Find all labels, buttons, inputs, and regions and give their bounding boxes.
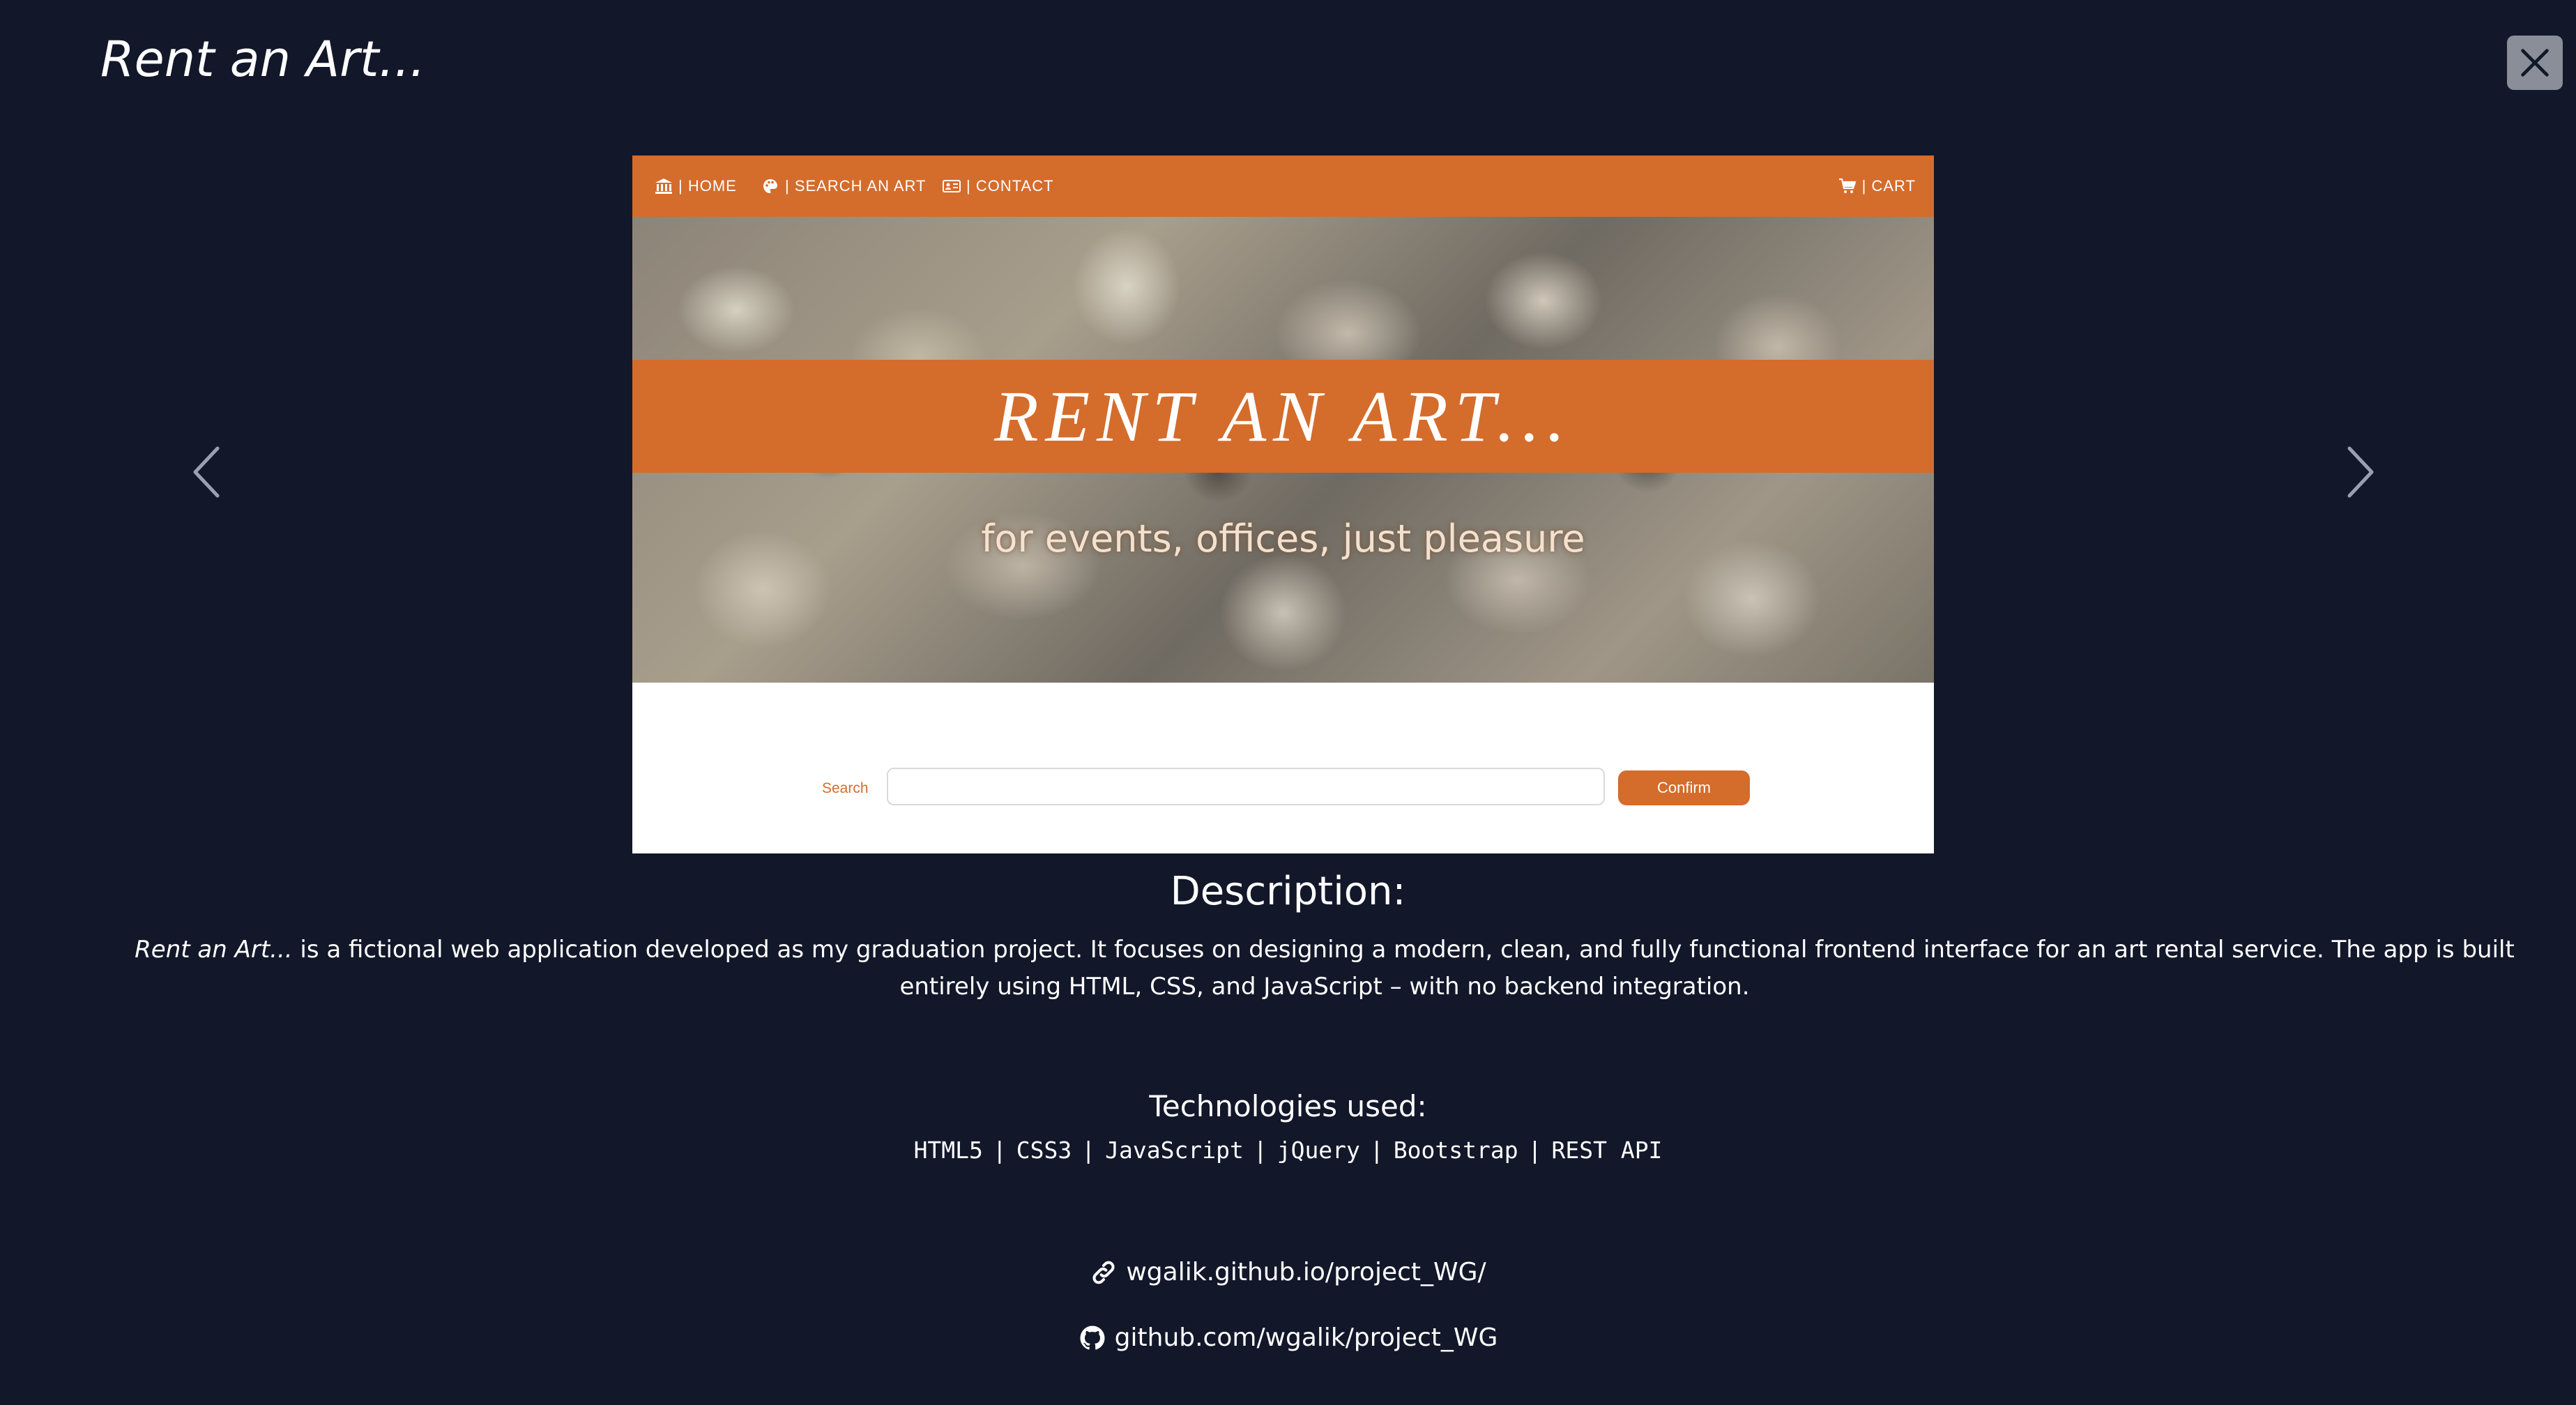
preview-nav-cart: | CART — [1838, 155, 1916, 217]
technologies-list: HTML5 | CSS3 | JavaScript | jQuery | Bootstrap | R… — [0, 1137, 2576, 1164]
tech-item: CSS3 — [1016, 1137, 1072, 1164]
preview-nav-contact: | CONTACT — [943, 155, 1054, 217]
technologies-heading: Technologies used: — [1149, 1089, 1427, 1123]
tech-item: REST API — [1551, 1137, 1663, 1164]
description-project-name: Rent an Art... — [135, 936, 293, 964]
close-icon — [2521, 49, 2549, 77]
repository-row: github.com/wgalik/project_WG — [0, 1323, 2576, 1352]
preview-nav-cart-label: | CART — [1861, 177, 1916, 195]
preview-search-input — [887, 768, 1605, 805]
modal-title: Rent an Art... — [100, 31, 426, 88]
description-body: is a fictional web application developed… — [292, 936, 2515, 1001]
preview-nav-search: | SEARCH AN ART — [761, 155, 926, 217]
live-demo-link[interactable]: wgalik.github.io/project_WG/ — [1126, 1258, 1486, 1286]
preview-confirm-button: Confirm — [1618, 770, 1750, 805]
project-screenshot: | HOME | SEARCH AN ART | CONTACT | CART … — [632, 155, 1934, 853]
preview-hero-title: RENT AN ART... — [994, 376, 1572, 457]
close-button[interactable] — [2507, 36, 2563, 90]
tech-item: HTML5 — [913, 1137, 983, 1164]
live-demo-row: wgalik.github.io/project_WG/ — [0, 1258, 2576, 1286]
contact-card-icon — [943, 180, 961, 192]
preview-hero-subtitle: for events, offices, just pleasure — [981, 517, 1585, 561]
github-icon — [1080, 1326, 1105, 1350]
tech-item: jQuery — [1276, 1137, 1360, 1164]
tech-separator: | — [992, 1137, 1007, 1164]
tech-separator: | — [1527, 1137, 1542, 1164]
preview-hero-band: RENT AN ART... — [632, 360, 1934, 473]
link-icon — [1092, 1261, 1115, 1284]
chevron-left-icon — [193, 446, 220, 498]
preview-navbar: | HOME | SEARCH AN ART | CONTACT | CART — [632, 155, 1934, 217]
tech-item: Bootstrap — [1393, 1137, 1518, 1164]
cart-icon — [1838, 178, 1856, 193]
preview-nav-search-label: | SEARCH AN ART — [785, 177, 927, 195]
repository-link[interactable]: github.com/wgalik/project_WG — [1115, 1323, 1498, 1352]
description-text: Rent an Art... is a fictional web applic… — [115, 932, 2534, 1005]
chevron-right-icon — [2347, 446, 2374, 498]
preview-nav-home-label: | HOME — [678, 177, 737, 195]
tech-separator: | — [1081, 1137, 1096, 1164]
tech-separator: | — [1253, 1137, 1267, 1164]
bank-icon — [655, 179, 672, 194]
preview-nav-home: | HOME — [655, 155, 737, 217]
description-heading: Description: — [1170, 869, 1406, 914]
next-button[interactable] — [2340, 441, 2381, 503]
palette-icon — [763, 179, 777, 193]
preview-search-row: Search Confirm — [632, 768, 1934, 810]
previous-button[interactable] — [185, 441, 227, 503]
tech-item: JavaScript — [1105, 1137, 1244, 1164]
preview-search-label: Search — [822, 780, 869, 796]
preview-nav-contact-label: | CONTACT — [966, 177, 1054, 195]
preview-hero: RENT AN ART... for events, offices, just… — [632, 217, 1934, 683]
tech-separator: | — [1369, 1137, 1384, 1164]
